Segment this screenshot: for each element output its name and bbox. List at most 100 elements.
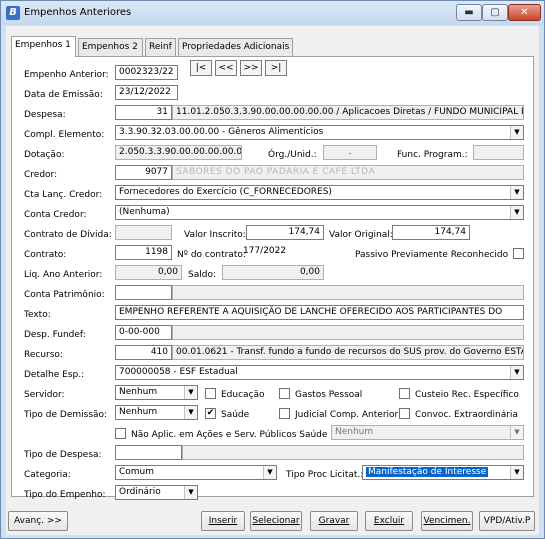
maximize-button[interactable]: ▢ (482, 4, 508, 21)
credor-label: Credor: (24, 170, 58, 180)
tipo-proc-licitat-value: Manifestação de Interesse (366, 467, 489, 477)
valor-original-label: Valor Original: (329, 230, 393, 240)
liq-ano-anterior-label: Liq. Ano Anterior: (24, 270, 103, 280)
tab-empenhos-1[interactable]: Empenhos 1 (11, 36, 76, 57)
servidor-select[interactable]: Nenhum ▼ (115, 385, 198, 400)
vencimen-button[interactable]: Vencimen. (421, 511, 473, 531)
close-button[interactable]: ✕ (508, 4, 541, 21)
conta-credor-select[interactable]: (Nenhuma) ▼ (115, 205, 524, 220)
tab-propriedades-adicionais[interactable]: Propriedades Adicionais (178, 38, 293, 56)
passivo-checkbox[interactable] (513, 248, 524, 259)
tipo-proc-licitat-select[interactable]: Manifestação de Interesse ▼ (362, 465, 524, 480)
desp-fundef-field[interactable]: 0-00-000 (115, 325, 172, 340)
tipo-empenho-select[interactable]: Ordinário ▼ (115, 485, 198, 500)
vpd-ativ-button[interactable]: VPD/Ativ.P (479, 511, 535, 531)
func-program-field (473, 145, 524, 160)
nav-prev-button[interactable]: << (215, 60, 237, 76)
data-emissao-field[interactable]: 23/12/2022 (115, 85, 178, 100)
servidor-value: Nenhum (119, 387, 158, 397)
tipo-despesa-field[interactable] (115, 445, 182, 460)
despesa-code-field[interactable]: 31 (115, 105, 172, 120)
data-emissao-label: Data de Emissão: (24, 90, 103, 100)
nav-last-button[interactable]: >| (265, 60, 287, 76)
contrato-label: Contrato: (24, 250, 67, 260)
nao-aplic-label: Não Aplic. em Ações e Serv. Públicos Saú… (131, 430, 328, 440)
conta-credor-label: Conta Credor: (24, 210, 87, 220)
recurso-code-field[interactable]: 410 (115, 345, 172, 360)
nao-aplic-checkbox[interactable] (115, 428, 126, 439)
contrato-code-field[interactable]: 1198 (115, 245, 172, 260)
nav-first-button[interactable]: |< (190, 60, 212, 76)
chevron-down-icon[interactable]: ▼ (510, 126, 523, 139)
texto-field[interactable]: EMPENHO REFERENTE A AQUISIÇÃO DE LANCHE … (115, 305, 524, 320)
educacao-checkbox[interactable] (205, 388, 216, 399)
categoria-select[interactable]: Comum ▼ (115, 465, 277, 480)
compl-elemento-label: Compl. Elemento: (24, 130, 105, 140)
chevron-down-icon[interactable]: ▼ (510, 186, 523, 199)
desp-fundef-label: Desp. Fundef: (24, 330, 86, 340)
nao-aplic-select[interactable]: Nenhum ▼ (331, 425, 524, 440)
categoria-label: Categoria: (24, 470, 71, 480)
title-bar[interactable]: B Empenhos Anteriores ▬ ▢ ✕ (1, 1, 544, 25)
judicial-checkbox[interactable] (279, 408, 290, 419)
educacao-label: Educação (221, 390, 265, 400)
credor-code-field[interactable]: 9077 (115, 165, 172, 180)
detalhe-esp-label: Detalhe Esp.: (24, 370, 85, 380)
cta-lanc-credor-select[interactable]: Fornecedores do Exercício (C_FORNECEDORE… (115, 185, 524, 200)
gastos-pessoal-checkbox[interactable] (279, 388, 290, 399)
despesa-description: 11.01.2.050.3.3.90.00.00.00.00.00 / Apli… (172, 105, 524, 120)
minimize-button[interactable]: ▬ (456, 4, 482, 21)
valor-inscrito-label: Valor Inscrito: (184, 230, 246, 240)
tipo-empenho-value: Ordinário (119, 487, 161, 497)
tab-empenhos-2[interactable]: Empenhos 2 (78, 38, 143, 56)
saude-label: Saúde (221, 410, 250, 420)
avanc-button[interactable]: Avanç. >> (8, 511, 68, 531)
compl-elemento-value: 3.3.90.32.03.00.00.00 - Gêneros Alimentí… (119, 127, 324, 137)
convoc-checkbox[interactable] (399, 408, 410, 419)
conta-patrimonio-description (172, 285, 524, 300)
chevron-down-icon[interactable]: ▼ (510, 466, 523, 479)
chevron-down-icon[interactable]: ▼ (184, 406, 197, 419)
chevron-down-icon[interactable]: ▼ (510, 426, 523, 439)
credor-name: SABORES DO PAO PADARIA E CAFE LTDA (172, 165, 524, 180)
window: B Empenhos Anteriores ▬ ▢ ✕ Empenhos 1 E… (0, 0, 545, 539)
org-unid-field: . (323, 145, 377, 160)
nav-next-button[interactable]: >> (240, 60, 262, 76)
chevron-down-icon[interactable]: ▼ (510, 366, 523, 379)
chevron-down-icon[interactable]: ▼ (263, 466, 276, 479)
convoc-label: Convoc. Extraordinária (415, 410, 518, 420)
selecionar-button[interactable]: Selecionar (250, 511, 302, 531)
conta-patrimonio-code-field[interactable] (115, 285, 172, 300)
tab-reinf[interactable]: Reinf (145, 38, 176, 56)
excluir-button[interactable]: Excluir (365, 511, 413, 531)
valor-original-field[interactable]: 174,74 (392, 225, 470, 240)
saldo-label: Saldo: (188, 270, 216, 280)
empenho-anterior-field[interactable]: 0002323/22 (115, 65, 178, 80)
tipo-demissao-label: Tipo de Demissão: (24, 410, 108, 420)
chevron-down-icon[interactable]: ▼ (184, 486, 197, 499)
org-unid-label: Órg./Unid.: (268, 150, 317, 160)
liq-ano-anterior-field: 0,00 (115, 265, 182, 280)
cta-lanc-credor-value: Fornecedores do Exercício (C_FORNECEDORE… (119, 187, 332, 197)
contrato-divida-field (115, 225, 172, 240)
chevron-down-icon[interactable]: ▼ (510, 206, 523, 219)
func-program-label: Func. Program.: (397, 150, 468, 160)
saude-checkbox[interactable]: ✔ (205, 408, 216, 419)
compl-elemento-select[interactable]: 3.3.90.32.03.00.00.00 - Gêneros Alimentí… (115, 125, 524, 140)
chevron-down-icon[interactable]: ▼ (184, 386, 197, 399)
categoria-value: Comum (119, 467, 155, 477)
gravar-button[interactable]: Gravar (310, 511, 358, 531)
dotacao-field: 2.050.3.3.90.00.00.00.00.00 (115, 145, 242, 160)
conta-patrimonio-label: Conta Patrimônio: (24, 290, 105, 300)
valor-inscrito-field[interactable]: 174,74 (246, 225, 324, 240)
custeio-label: Custeio Rec. Específico (415, 390, 519, 400)
desp-fundef-description (172, 325, 524, 340)
contrato-divida-label: Contrato de Dívida: (24, 230, 112, 240)
tipo-demissao-select[interactable]: Nenhum ▼ (115, 405, 198, 420)
conta-credor-value: (Nenhuma) (119, 207, 170, 217)
cta-lanc-credor-label: Cta Lanç. Credor: (24, 190, 103, 200)
detalhe-esp-select[interactable]: 700000058 - ESF Estadual ▼ (115, 365, 524, 380)
window-title: Empenhos Anteriores (24, 7, 132, 18)
inserir-button[interactable]: Inserir (201, 511, 245, 531)
custeio-checkbox[interactable] (399, 388, 410, 399)
